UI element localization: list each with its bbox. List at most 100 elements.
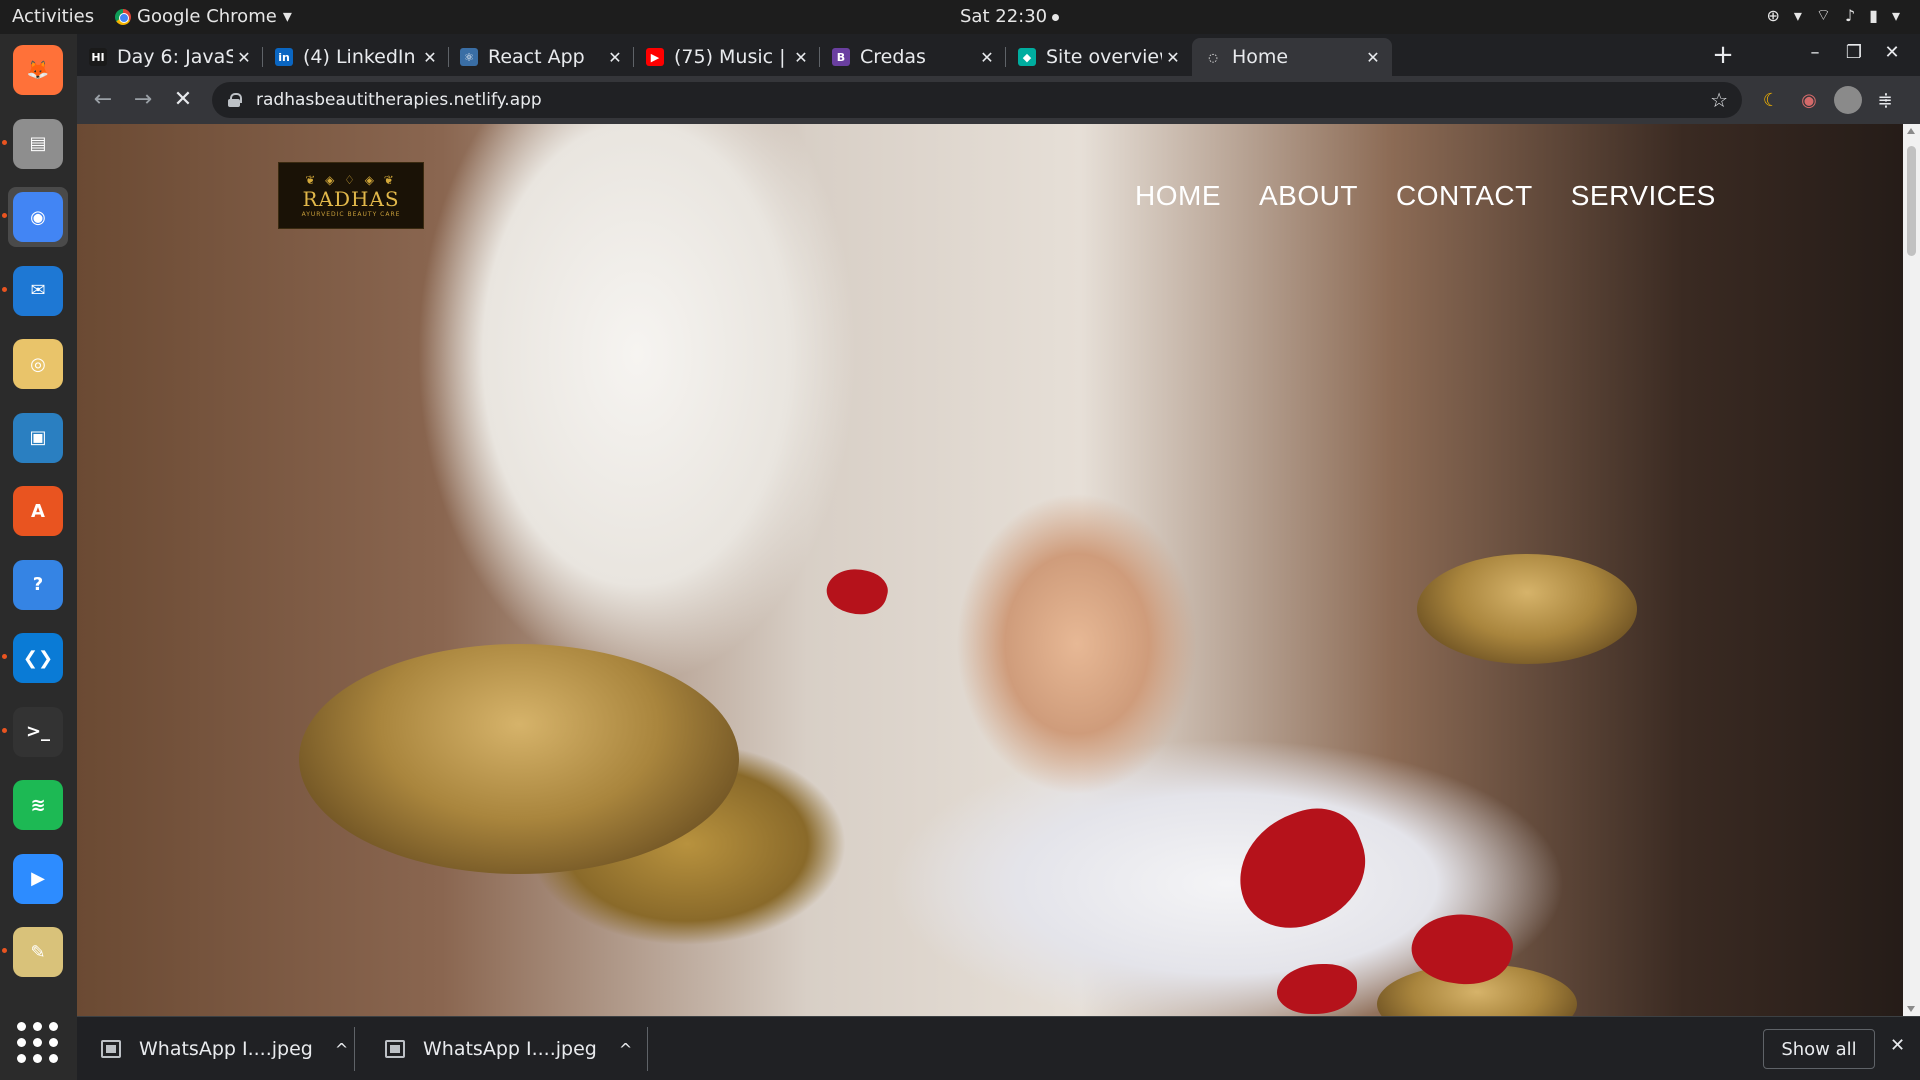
notification-dot-icon <box>1052 13 1060 21</box>
vscode-icon: ❮❯ <box>13 633 63 683</box>
scroll-down-icon[interactable] <box>1907 1006 1915 1012</box>
dock-item[interactable]: ▶ <box>8 849 68 909</box>
kebab-menu-icon[interactable]: ⋮ <box>1872 86 1900 114</box>
dock-item[interactable]: ✎ <box>2 922 68 982</box>
address-bar[interactable]: radhasbeautitherapies.netlify.app ☆ <box>212 82 1742 118</box>
tab-favicon-icon: in <box>275 48 293 66</box>
image-file-icon <box>385 1040 405 1058</box>
tab-close-icon[interactable]: ✕ <box>604 48 626 67</box>
tab-close-icon[interactable]: ✕ <box>1162 48 1184 67</box>
dock-item[interactable]: ▣ <box>8 408 68 468</box>
tab-title: (4) LinkedIn <box>303 46 416 68</box>
tab-favicon-icon: B <box>832 48 850 66</box>
logo-ornament: ❦ ◈ ♢ ◈ ❦ <box>305 173 397 187</box>
tab-title: Site overview | ra <box>1046 46 1162 68</box>
scrollbar-thumb[interactable] <box>1907 146 1916 256</box>
firefox-icon: 🦊 <box>13 45 63 95</box>
running-indicator <box>2 948 7 953</box>
download-item[interactable]: WhatsApp I....jpeg ^ <box>101 1029 348 1069</box>
volume-icon: ♪ <box>1844 5 1856 25</box>
browser-tab[interactable]: ◌ Home ✕ <box>1192 38 1392 76</box>
dock-item[interactable]: ▤ <box>2 114 68 174</box>
night-mode-extension-icon[interactable]: ☾ <box>1757 86 1785 114</box>
url-text[interactable]: radhasbeautitherapies.netlify.app <box>256 90 1710 110</box>
clock[interactable]: Sat 22:30 <box>960 6 1060 27</box>
running-indicator <box>2 139 7 145</box>
close-window-button[interactable]: ✕ <box>1877 42 1907 63</box>
help-icon: ? <box>13 559 63 610</box>
browser-tab[interactable]: ▶ (75) Music | Ed✕ <box>634 38 820 76</box>
restore-button[interactable]: ❐ <box>1839 42 1869 63</box>
site-logo[interactable]: ❦ ◈ ♢ ◈ ❦ RADHAS AYURVEDIC BEAUTY CARE <box>278 162 424 229</box>
nav-link-about[interactable]: ABOUT <box>1259 180 1358 212</box>
files-icon: ▤ <box>13 118 63 169</box>
tab-close-icon[interactable]: ✕ <box>1362 48 1384 67</box>
bookmark-star-icon[interactable]: ☆ <box>1710 88 1728 112</box>
tab-close-icon[interactable]: ✕ <box>790 48 812 67</box>
dock-item[interactable]: ◎ <box>8 334 68 394</box>
system-tray[interactable]: ⊕ ▾ ⌔ ♪ ▮ ▾ <box>1766 5 1900 25</box>
chevron-up-icon[interactable]: ^ <box>335 1040 348 1059</box>
nav-link-home[interactable]: HOME <box>1135 180 1221 212</box>
running-indicator <box>2 727 7 733</box>
app-menu[interactable]: Google Chrome ▾ <box>115 6 292 27</box>
minimize-button[interactable]: – <box>1800 42 1830 63</box>
image-file-icon <box>101 1040 121 1058</box>
browser-tab[interactable]: ◆ Site overview | ra✕ <box>1006 38 1192 76</box>
terminal-icon: >_ <box>13 706 63 757</box>
tab-close-icon[interactable]: ✕ <box>233 48 255 67</box>
browser-tab[interactable]: in (4) LinkedIn ✕ <box>263 38 449 76</box>
dock-item[interactable]: 🦊 <box>8 40 68 100</box>
dock-item[interactable]: ❮❯ <box>2 628 68 688</box>
browser-tab[interactable]: HI Day 6: JavaScript✕ <box>77 38 263 76</box>
scroll-up-icon[interactable] <box>1907 128 1915 134</box>
show-applications-icon[interactable] <box>17 1022 59 1064</box>
accessibility-icon[interactable]: ⊕ <box>1766 6 1779 25</box>
page-scrollbar[interactable] <box>1903 124 1920 1016</box>
show-all-button[interactable]: Show all <box>1763 1029 1875 1069</box>
profile-avatar[interactable] <box>1834 86 1862 114</box>
browser-tab[interactable]: ⚛ React App ✕ <box>448 38 634 76</box>
divider <box>647 1027 648 1071</box>
battery-icon: ▮ <box>1869 5 1878 25</box>
clock-label: Sat 22:30 <box>960 6 1048 27</box>
rose-petal-image <box>1277 964 1357 1014</box>
rose-petal-image <box>822 562 892 621</box>
back-button[interactable]: ← <box>89 86 117 114</box>
chevron-down-icon: ▾ <box>1793 5 1802 25</box>
download-filename: WhatsApp I....jpeg <box>139 1038 313 1060</box>
chevron-down-icon: ▾ <box>282 6 292 27</box>
singing-bowl-image <box>299 644 739 874</box>
logo-tagline: AYURVEDIC BEAUTY CARE <box>301 211 401 218</box>
stop-loading-button[interactable]: ✕ <box>169 86 197 114</box>
new-tab-button[interactable]: + <box>1707 40 1739 70</box>
tab-close-icon[interactable]: ✕ <box>976 48 998 67</box>
chevron-down-icon: ▾ <box>1891 5 1900 25</box>
dock-item[interactable]: ◉ <box>2 187 68 247</box>
dock-item[interactable]: >_ <box>2 702 68 762</box>
tab-favicon-icon: ◆ <box>1018 48 1036 66</box>
close-shelf-icon[interactable]: ✕ <box>1890 1035 1905 1056</box>
tab-close-icon[interactable]: ✕ <box>419 48 441 67</box>
activities-button[interactable]: Activities <box>12 6 94 27</box>
tab-title: React App <box>488 46 585 68</box>
lock-icon[interactable] <box>228 93 242 107</box>
dock-item[interactable]: ✉ <box>2 261 68 321</box>
dock-item[interactable]: ? <box>8 555 68 615</box>
dock-item[interactable]: ≋ <box>8 775 68 835</box>
running-indicator <box>2 286 7 292</box>
thunderbird-icon: ✉ <box>13 265 63 316</box>
tab-strip: HIDay 6: JavaScript✕in(4) LinkedIn✕⚛Reac… <box>77 34 1920 76</box>
running-indicator <box>2 213 7 218</box>
chevron-up-icon[interactable]: ^ <box>619 1040 632 1059</box>
grid-dot <box>17 1054 26 1063</box>
extension-icon[interactable]: ◉ <box>1795 86 1823 114</box>
forward-button[interactable]: → <box>129 86 157 114</box>
nav-link-contact[interactable]: CONTACT <box>1396 180 1533 212</box>
dock-item[interactable]: A <box>8 481 68 541</box>
chrome-icon <box>115 8 131 25</box>
browser-tab[interactable]: B Credas ✕ <box>820 38 1006 76</box>
download-item[interactable]: WhatsApp I....jpeg ^ <box>385 1029 632 1069</box>
nav-link-services[interactable]: SERVICES <box>1571 180 1716 212</box>
grid-dot <box>49 1022 58 1031</box>
